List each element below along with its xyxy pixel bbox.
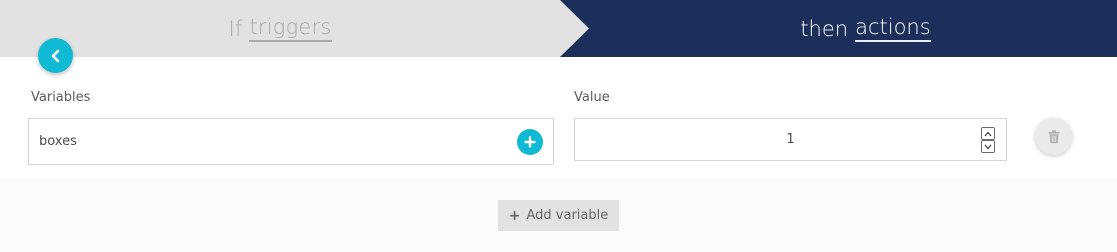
value-label: Value — [574, 90, 610, 105]
step-then-word: then — [800, 16, 849, 41]
step-then-emphasis: actions — [855, 15, 931, 42]
steps-header: If triggers then actions — [0, 0, 1117, 57]
chevron-up-icon — [984, 131, 992, 136]
value-number-input[interactable]: 1 — [574, 118, 1007, 161]
trash-icon — [1048, 129, 1059, 143]
plus-icon — [524, 136, 536, 148]
step-then-actions[interactable]: then actions — [560, 0, 1117, 57]
back-button[interactable] — [38, 38, 73, 73]
spinner-down-button[interactable] — [981, 140, 995, 153]
variable-field[interactable]: boxes — [28, 118, 554, 165]
delete-row-button[interactable] — [1035, 118, 1072, 155]
add-variable-button[interactable]: + Add variable — [498, 200, 619, 231]
add-variable-label: Add variable — [526, 208, 609, 223]
chevron-left-icon — [51, 49, 59, 62]
variable-field-value: boxes — [39, 134, 77, 149]
step-if-triggers[interactable]: If triggers — [0, 0, 560, 57]
step-if-word: If — [228, 16, 243, 41]
spinner-up-button[interactable] — [981, 127, 995, 140]
automation-editor: If triggers then actions Variables Value… — [0, 0, 1117, 252]
step-if-emphasis: triggers — [249, 15, 332, 42]
value-number-text: 1 — [786, 132, 795, 147]
variables-label: Variables — [31, 90, 91, 105]
chevron-down-icon — [984, 144, 992, 149]
number-spinner — [981, 127, 995, 153]
add-variable-inline-button[interactable] — [517, 129, 543, 155]
add-variable-plus-icon: + — [508, 207, 521, 224]
